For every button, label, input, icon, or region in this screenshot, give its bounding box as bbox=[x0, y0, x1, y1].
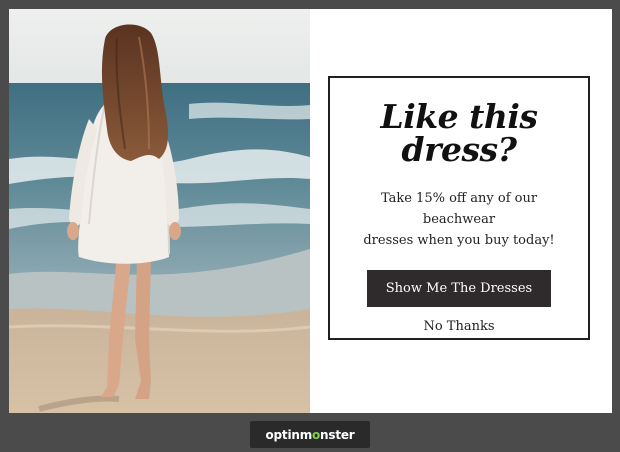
offer-card: Like this dress? Take 15% off any of our… bbox=[328, 76, 590, 340]
offer-description: Take 15% off any of our beachwear dresse… bbox=[348, 188, 570, 251]
popup-content: Like this dress? Take 15% off any of our… bbox=[310, 9, 612, 413]
headline-line-2: dress? bbox=[401, 130, 517, 169]
no-thanks-link[interactable]: No Thanks bbox=[330, 319, 588, 334]
optinmonster-badge[interactable]: optinmonster bbox=[250, 421, 370, 448]
beach-woman-photo bbox=[9, 9, 310, 413]
offer-description-line-2: dresses when you buy today! bbox=[363, 233, 555, 248]
offer-description-line-1: Take 15% off any of our beachwear bbox=[380, 191, 538, 227]
optinmonster-logo: optinmonster bbox=[265, 427, 355, 442]
headline: Like this dress? bbox=[330, 100, 588, 166]
optin-popup: Like this dress? Take 15% off any of our… bbox=[9, 9, 612, 413]
show-dresses-button[interactable]: Show Me The Dresses bbox=[367, 270, 551, 307]
headline-line-1: Like this bbox=[380, 97, 538, 136]
